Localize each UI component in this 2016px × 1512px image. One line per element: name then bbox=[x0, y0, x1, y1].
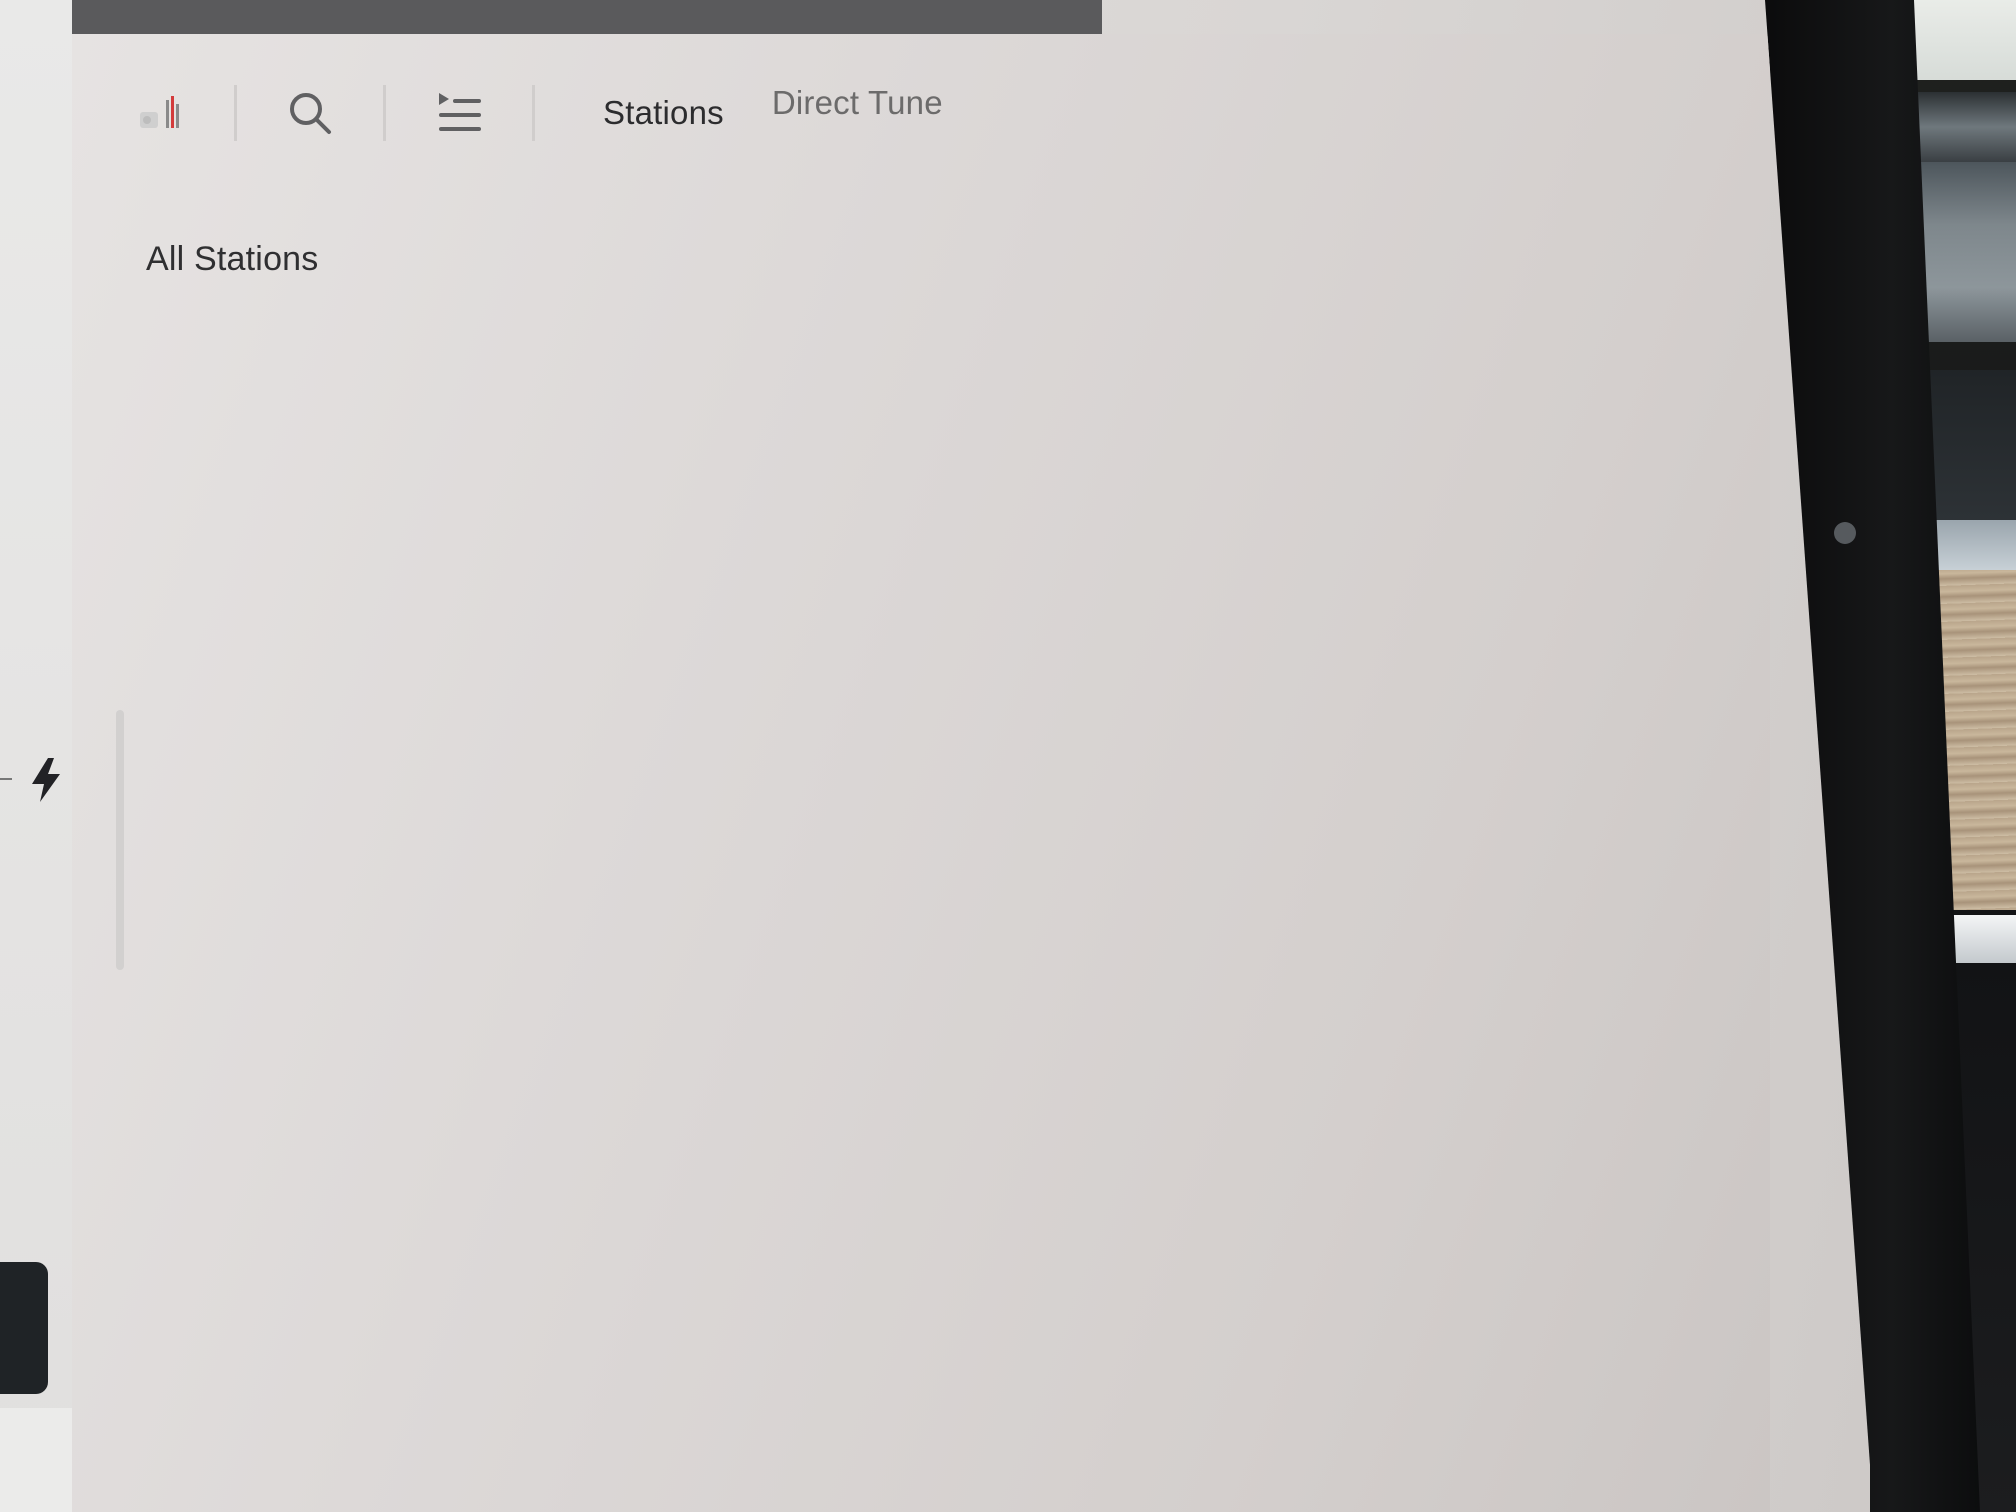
side-tile[interactable] bbox=[0, 1262, 48, 1394]
side-marker bbox=[0, 778, 12, 780]
tab-direct-tune[interactable]: Direct Tune bbox=[772, 84, 943, 122]
queue-list-icon[interactable] bbox=[424, 78, 494, 148]
search-icon[interactable] bbox=[275, 78, 345, 148]
media-toolbar: Stations Direct Tune bbox=[126, 68, 943, 158]
section-title: All Stations bbox=[146, 240, 319, 278]
top-bar bbox=[72, 0, 1102, 34]
bezel-sensor bbox=[1834, 522, 1856, 544]
panel-resize-handle[interactable] bbox=[116, 710, 124, 970]
toolbar-divider bbox=[532, 85, 535, 141]
media-panel bbox=[72, 34, 1770, 1512]
touchscreen: Stations Direct Tune All Stations bbox=[0, 0, 1870, 1512]
toolbar-divider bbox=[234, 85, 237, 141]
photo-scene: Stations Direct Tune All Stations bbox=[0, 0, 2016, 1512]
tab-stations[interactable]: Stations bbox=[603, 94, 724, 132]
toolbar-divider bbox=[383, 85, 386, 141]
radio-source-icon[interactable] bbox=[126, 78, 196, 148]
lightning-bolt-icon[interactable] bbox=[28, 756, 64, 804]
